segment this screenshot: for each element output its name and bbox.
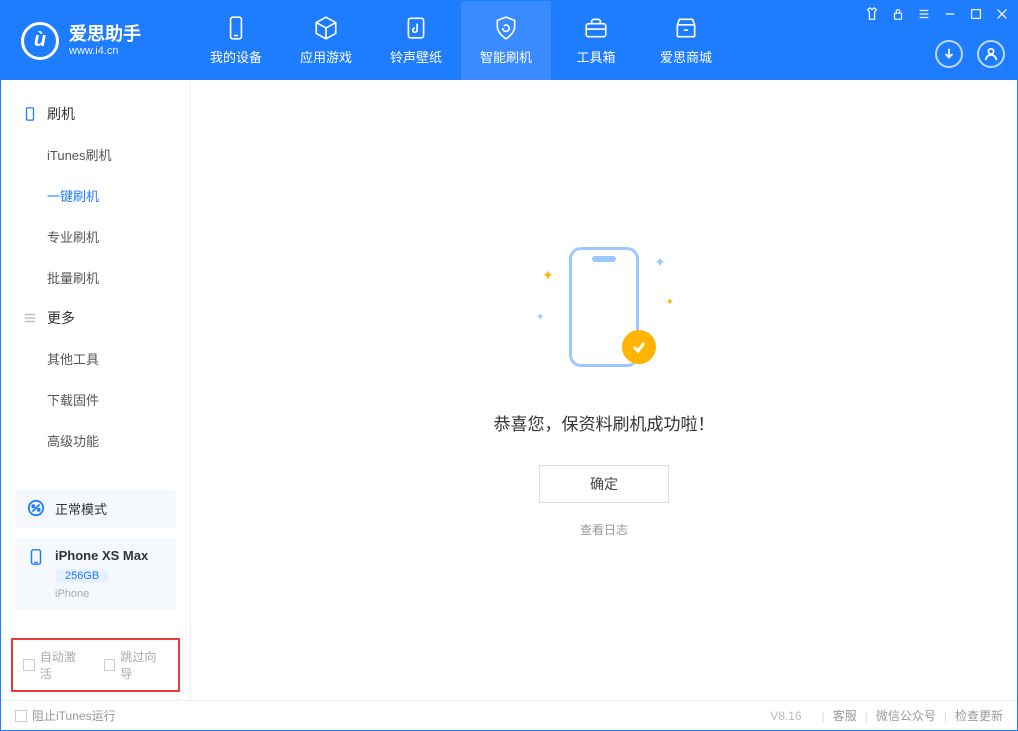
tshirt-icon[interactable]: [865, 7, 879, 21]
sidebar-item-itunes-flash[interactable]: iTunes刷机: [47, 134, 190, 175]
download-button[interactable]: [935, 40, 963, 68]
nav-store[interactable]: 爱思商城: [641, 1, 731, 80]
app-site: www.i4.cn: [69, 45, 141, 57]
highlighted-checkbox-row: 自动激活 跳过向导: [11, 638, 180, 692]
device-icon: [223, 15, 249, 41]
footer-link-wechat[interactable]: 微信公众号: [876, 707, 936, 724]
app-window: ù 爱思助手 www.i4.cn 我的设备 应用游戏 铃声壁纸 智能刷机: [0, 0, 1018, 731]
sidebar-item-pro-flash[interactable]: 专业刷机: [47, 216, 190, 257]
user-button[interactable]: [977, 40, 1005, 68]
footer-link-update[interactable]: 检查更新: [955, 707, 1003, 724]
sparkle-icon: ✦: [666, 297, 674, 308]
checkbox-auto-activate[interactable]: 自动激活: [23, 648, 88, 682]
window-controls: [865, 7, 1009, 21]
list-icon: [23, 311, 37, 325]
main-content: ✦ ✦ ✦ ✦ 恭喜您，保资料刷机成功啦！ 确定 查看日志: [191, 80, 1017, 700]
lock-icon[interactable]: [891, 7, 905, 21]
view-log-link[interactable]: 查看日志: [580, 521, 628, 538]
header: ù 爱思助手 www.i4.cn 我的设备 应用游戏 铃声壁纸 智能刷机: [1, 1, 1017, 80]
success-illustration: ✦ ✦ ✦ ✦: [534, 242, 674, 382]
cube-icon: [313, 15, 339, 41]
sidebar-group-more[interactable]: 更多: [1, 298, 190, 338]
success-message: 恭喜您，保资料刷机成功啦！: [494, 410, 715, 435]
checkbox-icon: [104, 659, 116, 671]
checkbox-icon: [23, 659, 35, 671]
logo-block[interactable]: ù 爱思助手 www.i4.cn: [1, 1, 191, 80]
nav-my-device[interactable]: 我的设备: [191, 1, 281, 80]
shield-refresh-icon: [493, 15, 519, 41]
sparkle-icon: ✦: [536, 312, 544, 323]
footer: 阻止iTunes运行 V8.16 | 客服 | 微信公众号 | 检查更新: [1, 700, 1017, 730]
nav-apps-games[interactable]: 应用游戏: [281, 1, 371, 80]
device-name: iPhone XS Max: [55, 548, 148, 563]
toolbox-icon: [583, 15, 609, 41]
check-badge-icon: [622, 330, 656, 364]
device-block: 正常模式 iPhone XS Max 256GB iPhone: [1, 477, 190, 632]
device-card[interactable]: iPhone XS Max 256GB iPhone: [15, 538, 176, 610]
mode-card[interactable]: 正常模式: [15, 489, 176, 528]
sidebar-item-advanced[interactable]: 高级功能: [47, 420, 190, 461]
checkbox-skip-guide[interactable]: 跳过向导: [104, 648, 169, 682]
sidebar-group-flash[interactable]: 刷机: [1, 94, 190, 134]
minimize-icon[interactable]: [943, 7, 957, 21]
checkbox-icon: [15, 710, 27, 722]
close-icon[interactable]: [995, 7, 1009, 21]
store-icon: [673, 15, 699, 41]
app-name: 爱思助手: [69, 25, 141, 43]
device-type: iPhone: [55, 588, 148, 600]
device-storage: 256GB: [55, 569, 109, 583]
sparkle-icon: ✦: [542, 267, 554, 284]
device-icon: [27, 548, 45, 566]
sidebar-item-other-tools[interactable]: 其他工具: [47, 338, 190, 379]
sidebar-item-oneclick-flash[interactable]: 一键刷机: [47, 175, 190, 216]
sidebar-item-batch-flash[interactable]: 批量刷机: [47, 257, 190, 298]
nav-smart-flash[interactable]: 智能刷机: [461, 1, 551, 80]
music-file-icon: [403, 15, 429, 41]
footer-link-service[interactable]: 客服: [833, 707, 857, 724]
body: 刷机 iTunes刷机 一键刷机 专业刷机 批量刷机 更多 其他工具 下载固件 …: [1, 80, 1017, 700]
mode-normal-icon: [27, 499, 45, 517]
maximize-icon[interactable]: [969, 7, 983, 21]
nav-ringtone-wallpaper[interactable]: 铃声壁纸: [371, 1, 461, 80]
ok-button[interactable]: 确定: [539, 465, 669, 503]
logo-icon: ù: [21, 22, 59, 60]
sidebar-item-download-firmware[interactable]: 下载固件: [47, 379, 190, 420]
menu-icon[interactable]: [917, 7, 931, 21]
header-right-buttons: [935, 40, 1005, 68]
sidebar: 刷机 iTunes刷机 一键刷机 专业刷机 批量刷机 更多 其他工具 下载固件 …: [1, 80, 191, 700]
version-label: V8.16: [770, 709, 801, 723]
nav-toolbox[interactable]: 工具箱: [551, 1, 641, 80]
checkbox-block-itunes[interactable]: 阻止iTunes运行: [15, 707, 116, 724]
sparkle-icon: ✦: [654, 254, 666, 271]
phone-small-icon: [23, 107, 37, 121]
